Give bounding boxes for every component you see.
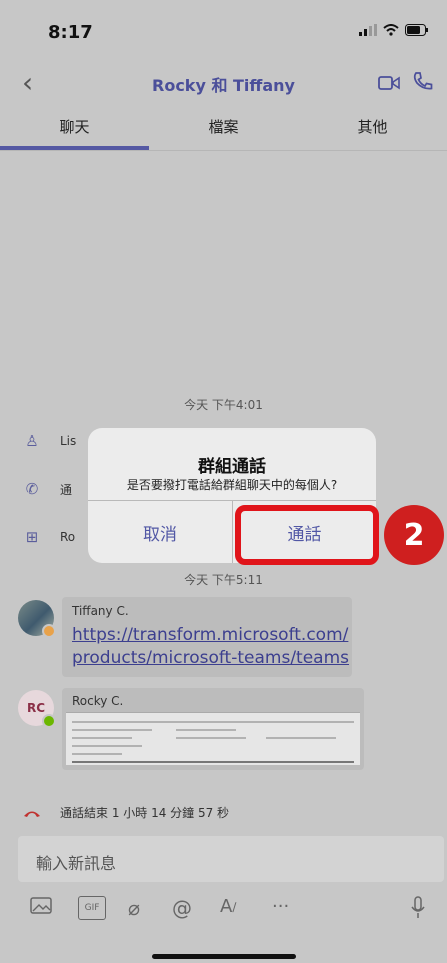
system-message-app: ⊞ Ro [22,528,75,546]
call-ended-text: 通話結束 1 小時 14 分鐘 57 秒 [60,806,230,820]
tab-files[interactable]: 檔案 [149,110,298,150]
system-message-member-added: ♙ Lis [22,432,76,450]
system-message-call: ✆ 通 [22,480,72,498]
attach-icon[interactable]: ⌀ [128,896,140,920]
video-call-icon[interactable] [378,75,400,91]
mention-icon[interactable]: @ [172,896,192,920]
format-text-icon[interactable]: A ∕ [220,896,236,917]
tab-divider [0,150,447,151]
presence-away-icon [42,624,56,638]
sender-name: Tiffany C. [72,604,129,618]
more-options-icon[interactable]: ··· [272,896,289,917]
call-button-highlight [235,505,379,565]
message-link-line2[interactable]: products/microsoft-teams/teams [72,647,349,670]
cancel-button[interactable]: 取消 [88,501,232,563]
presence-available-icon [42,714,56,728]
image-icon[interactable] [30,896,54,916]
tab-more[interactable]: 其他 [298,110,447,150]
hang-up-icon [24,811,40,817]
wifi-icon [383,24,399,36]
message-link-line1[interactable]: https://transform.microsoft.com/ [72,624,349,647]
message-input-placeholder[interactable]: 輸入新訊息 [36,850,116,874]
sender-name: Rocky C. [72,694,124,708]
attached-table-image[interactable] [66,712,360,765]
system-message-text: Ro [60,530,76,544]
dialog-message: 是否要撥打電話給群組聊天中的每個人? [126,478,338,492]
system-message-text: Lis [60,434,77,448]
signal-icon [359,24,377,36]
call-ended-row: 通話結束 1 小時 14 分鐘 57 秒 [22,804,229,821]
battery-icon [405,24,428,36]
tab-bar: 聊天 檔案 其他 [0,110,447,150]
phone-icon: ✆ [25,480,39,498]
timestamp-2: 今天 下午5:11 [184,573,263,587]
audio-call-icon[interactable] [411,70,433,94]
microphone-icon[interactable] [410,896,426,920]
status-time: 8:17 [48,22,93,43]
step-badge: 2 [384,505,444,565]
tab-chat[interactable]: 聊天 [0,110,149,150]
add-person-icon: ♙ [25,432,39,450]
app-icon: ⊞ [25,528,39,546]
gif-icon[interactable]: GIF [78,896,106,920]
status-icons [359,24,429,36]
message-link[interactable]: https://transform.microsoft.com/ product… [72,624,349,670]
dialog-title: 群組通話 [198,457,266,477]
home-indicator [152,954,296,959]
timestamp-1: 今天 下午4:01 [184,398,263,412]
system-message-text: 通 [60,482,73,497]
